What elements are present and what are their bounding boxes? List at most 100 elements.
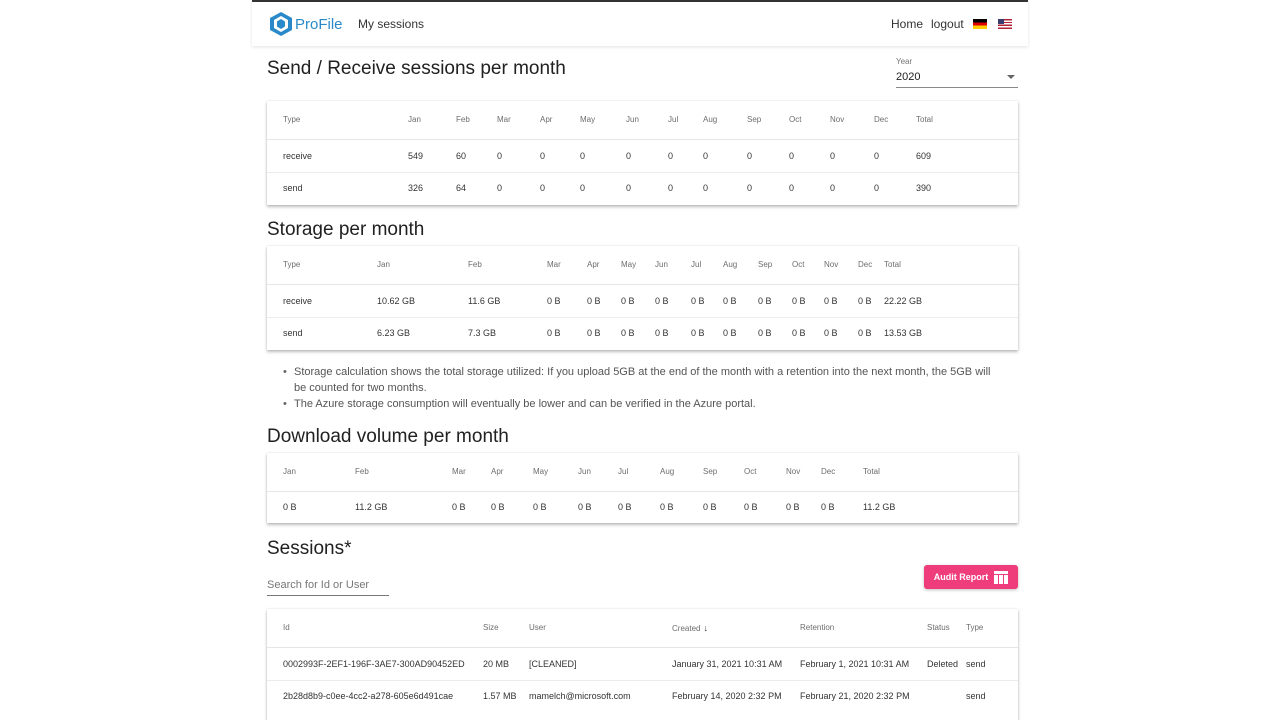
column-header[interactable]: Apr [540,101,580,140]
table-cell: 0 [747,183,753,194]
column-header[interactable]: Apr [587,246,621,285]
column-header[interactable]: Type [283,101,408,140]
table-cell: 326 [408,183,424,194]
column-header[interactable]: Status [927,609,966,648]
table-row[interactable]: 2b28d8b9-c0ee-4cc2-a278-605e6d491cae 1.5… [267,680,1018,712]
table-cell: 0 [830,183,836,194]
session-created-cell: February 14, 2020 2:32 PM [672,691,782,702]
column-header[interactable]: Sep [703,453,744,492]
chevron-down-icon [1007,75,1015,79]
column-header[interactable]: Oct [792,246,824,285]
table-cell: 0 B [655,284,691,318]
column-header[interactable]: Id [283,609,483,648]
sessions-per-month-table-card: Type Jan Feb Mar Apr May Jun Jul Aug Sep… [267,101,1018,205]
nav-home[interactable]: Home [891,17,923,31]
table-row: send 6.23 GB 7.3 GB 0 B 0 B 0 B 0 B 0 B … [267,317,1018,349]
column-header[interactable]: Nov [786,453,821,492]
table-cell: 0 B [283,502,297,513]
sessions-table: Id Size User Created ↓ Retention Status T… [267,609,1018,712]
german-flag-icon[interactable] [973,19,987,29]
column-header[interactable]: Jan [408,101,456,140]
year-select[interactable]: Year 2020 [896,57,1018,88]
column-header[interactable]: Mar [497,101,540,140]
table-cell: 60 [456,139,497,173]
search-input[interactable] [267,575,389,595]
column-header[interactable]: Jul [618,453,660,492]
column-header[interactable]: Dec [821,453,863,492]
column-header-created[interactable]: Created ↓ [672,609,800,648]
table-cell: 11.6 GB [468,284,547,318]
column-header[interactable]: Mar [452,453,491,492]
column-header[interactable]: Total [916,101,1018,140]
us-flag-icon[interactable] [998,19,1012,29]
year-value: 2020 [896,71,921,83]
session-status-cell: Deleted [927,647,966,681]
audit-report-label: Audit Report [933,572,989,582]
column-header[interactable]: Nov [824,246,858,285]
table-cell: 0 B [858,284,884,318]
column-header[interactable]: Retention [800,609,927,648]
sessions-per-month-table: Type Jan Feb Mar Apr May Jun Jul Aug Sep… [267,101,1018,204]
table-cell: 0 [830,139,874,173]
column-header[interactable]: Total [863,453,1018,492]
column-header[interactable]: Type [283,246,377,285]
column-header[interactable]: Feb [355,453,452,492]
column-header[interactable]: Jun [655,246,691,285]
download-per-month-title: Download volume per month [267,426,509,447]
column-header[interactable]: Feb [456,101,497,140]
column-header[interactable]: Jun [626,101,668,140]
table-header-row: Type Jan Feb Mar Apr May Jun Jul Aug Sep… [267,246,1018,285]
table-cell: 0 B [691,328,705,339]
column-header[interactable]: Aug [660,453,703,492]
table-cell: 0 B [621,284,655,318]
storage-per-month-title: Storage per month [267,219,425,240]
column-header[interactable]: Size [483,609,529,648]
session-size-cell: 20 MB [483,647,529,681]
table-cell: 0 [626,183,632,194]
column-header[interactable]: Feb [468,246,547,285]
app-logo[interactable]: ProFile [269,11,343,37]
download-per-month-table-card: Jan Feb Mar Apr May Jun Jul Aug Sep Oct … [267,453,1018,523]
column-header[interactable]: Nov [830,101,874,140]
column-header[interactable]: Dec [858,246,884,285]
column-header[interactable]: Aug [723,246,758,285]
table-cell: 609 [916,139,1018,173]
table-cell: 0 [497,139,540,173]
top-navbar: ProFile My sessions Home logout [252,0,1028,46]
table-row[interactable]: 0002993F-2EF1-196F-3AE7-300AD90452ED 20 … [267,647,1018,681]
audit-report-button[interactable]: Audit Report [924,565,1018,589]
storage-notes: Storage calculation shows the total stor… [279,364,999,412]
column-header[interactable]: Apr [491,453,533,492]
storage-note: The Azure storage consumption will event… [279,396,999,412]
session-id-cell: 0002993F-2EF1-196F-3AE7-300AD90452ED [283,647,483,681]
column-header[interactable]: Sep [747,101,789,140]
storage-per-month-table: Type Jan Feb Mar Apr May Jun Jul Aug Sep… [267,246,1018,349]
column-header[interactable]: Oct [744,453,786,492]
column-header[interactable]: User [529,609,672,648]
column-header[interactable]: May [533,453,578,492]
column-header[interactable]: Aug [703,101,747,140]
column-header[interactable]: Jul [668,101,703,140]
nav-logout[interactable]: logout [931,17,964,31]
table-cell: send [283,183,303,194]
column-header[interactable]: Oct [789,101,830,140]
column-header[interactable]: May [621,246,655,285]
table-row: 0 B 11.2 GB 0 B 0 B 0 B 0 B 0 B 0 B 0 B … [267,491,1018,523]
column-header[interactable]: Jan [283,453,355,492]
column-header[interactable]: Dec [874,101,916,140]
table-cell: 0 B [547,284,587,318]
column-header[interactable]: Type [966,609,1018,648]
table-cell: 0 B [758,328,772,339]
column-header[interactable]: Sep [758,246,792,285]
table-cell: 0 [874,183,880,194]
profile-cube-logo-icon [270,12,292,36]
column-header[interactable]: Jan [377,246,468,285]
column-header[interactable]: May [580,101,626,140]
table-cell: 0 B [587,284,621,318]
table-cell: 0 B [703,502,717,513]
nav-my-sessions[interactable]: My sessions [358,17,424,31]
column-header[interactable]: Jun [578,453,618,492]
column-header[interactable]: Mar [547,246,587,285]
column-header[interactable]: Total [884,246,1018,285]
column-header[interactable]: Jul [691,246,723,285]
